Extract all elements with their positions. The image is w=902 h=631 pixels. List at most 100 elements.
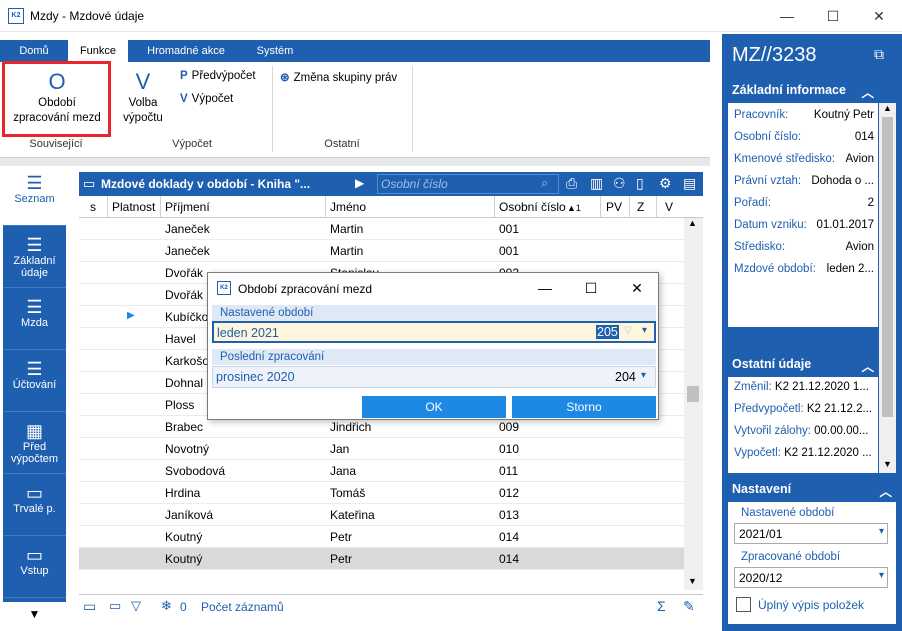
filter-icon[interactable]: ▽ xyxy=(131,598,141,614)
columns-icon[interactable]: ▯ xyxy=(636,175,644,192)
collapse-icon[interactable]: ︿ xyxy=(879,481,892,500)
dropdown-icon[interactable]: ▽ xyxy=(624,325,632,336)
col-jmeno[interactable]: Jméno xyxy=(330,200,366,214)
nav-scroll-down-icon[interactable]: ▼ xyxy=(3,602,66,626)
ok-button[interactable]: OK xyxy=(362,396,506,418)
dropdown-icon[interactable]: ▾ xyxy=(879,570,884,581)
table-cell: Petr xyxy=(330,530,353,544)
zpracovane-obdobi-field[interactable]: 2020/12 ▾ xyxy=(734,567,888,588)
search-input[interactable]: Osobní číslo xyxy=(377,174,559,194)
list-icon: ☰ xyxy=(26,359,43,379)
tab-hromadne-akce[interactable]: Hromadné akce xyxy=(134,40,238,62)
sum-icon[interactable]: Σ xyxy=(657,598,666,614)
dropdown-icon[interactable]: ▾ xyxy=(879,526,884,537)
tab-domu[interactable]: Domů xyxy=(4,40,64,62)
window-title: Mzdy - Mzdové údaje xyxy=(30,9,145,23)
scroll-thumb[interactable] xyxy=(882,117,893,417)
info-vytvoril-zalohy: Vytvořil zálohy: 00.00.00... xyxy=(734,425,869,437)
snowflake-icon[interactable]: ❄ xyxy=(161,598,172,614)
col-pv[interactable]: PV xyxy=(606,200,622,214)
nav-uctovani[interactable]: ☰ Účtování xyxy=(3,352,66,412)
calc-icon: V xyxy=(180,93,188,105)
table-row[interactable]: Koutný Petr 014 xyxy=(79,548,684,570)
section-nastaveni[interactable]: Nastavení ︿ xyxy=(728,476,896,502)
table-row[interactable]: Koutný Petr 014 xyxy=(79,526,684,548)
scroll-up-icon[interactable]: ▲ xyxy=(688,218,697,228)
col-s[interactable]: s xyxy=(90,200,96,214)
col-z[interactable]: Z xyxy=(637,200,644,214)
nav-vstup[interactable]: ▭ Vstup xyxy=(3,538,66,598)
collapse-icon[interactable]: ︿ xyxy=(861,82,874,101)
table-cell: 009 xyxy=(499,420,520,434)
volba-vypoctu-button[interactable]: V Volba výpočtu xyxy=(116,70,170,126)
table-row[interactable]: Hrdina Tomáš 012 xyxy=(79,482,684,504)
nav-seznam[interactable]: ☰ Seznam xyxy=(3,166,66,226)
table-row[interactable]: Janeček Martin 001 xyxy=(79,218,684,240)
grid-title: Mzdové doklady v období - Kniha "... xyxy=(101,177,311,191)
play-icon[interactable]: ▶ xyxy=(355,176,364,190)
section-ostatni-udaje[interactable]: Ostatní údaje ︿ xyxy=(728,351,878,377)
filter-group-icon[interactable]: ⚇ xyxy=(613,175,626,192)
vypocet-button[interactable]: V Výpočet xyxy=(180,93,233,105)
nav-zakladni-udaje[interactable]: ☰ Základní údaje xyxy=(3,228,66,288)
chart-icon[interactable]: ▥ xyxy=(590,175,603,192)
dialog-maximize-button[interactable]: ☐ xyxy=(568,273,614,303)
scroll-down-icon[interactable]: ▼ xyxy=(883,459,892,469)
search-icon[interactable]: ⌕ xyxy=(541,175,548,191)
export-icon[interactable]: ▤ xyxy=(683,175,696,192)
dialog-close-button[interactable]: ✕ xyxy=(614,273,660,303)
table-row[interactable]: Novotný Jan 010 xyxy=(79,438,684,460)
section-zakladni-informace[interactable]: Základní informace ︿ xyxy=(728,77,878,103)
scroll-up-icon[interactable]: ▲ xyxy=(883,103,892,113)
col-osobni-cislo[interactable]: Osobní číslo xyxy=(499,200,566,214)
col-prijmeni[interactable]: Příjmení xyxy=(165,200,210,214)
picker-icon[interactable]: ▾ xyxy=(641,370,646,381)
ribbon-tabs: Domů Funkce Hromadné akce Systém xyxy=(0,40,710,62)
print-icon[interactable]: ⎙ xyxy=(566,175,577,192)
nav-pred-vypoctem[interactable]: ▦ Před výpočtem xyxy=(3,414,66,474)
table-row[interactable]: Janíková Kateřina 013 xyxy=(79,504,684,526)
collapse-icon[interactable]: ︿ xyxy=(861,356,874,375)
info-osobni-cislo: Osobní číslo: 014 xyxy=(734,131,874,143)
info-mzdove-obdobi: Mzdové období: leden 2... xyxy=(734,263,874,275)
predvypocet-button[interactable]: P Předvýpočet xyxy=(180,70,256,82)
info-datum-vzniku: Datum vzniku: 01.01.2017 xyxy=(734,219,874,231)
settings-icon[interactable]: ⚙ xyxy=(659,175,672,192)
table-row[interactable]: Janeček Martin 001 xyxy=(79,240,684,262)
scroll-thumb[interactable] xyxy=(687,386,699,402)
right-scrollbar[interactable]: ▲ ▼ xyxy=(879,103,896,473)
zmena-skupiny-prav-button[interactable]: ⊛ Změna skupiny práv xyxy=(280,70,397,84)
box-icon[interactable]: ▭ xyxy=(109,598,121,614)
uplny-vypis-checkbox[interactable] xyxy=(736,597,751,612)
table-cell: Jana xyxy=(330,464,357,478)
nav-trvale-p[interactable]: ▭ Trvalé p. xyxy=(3,476,66,536)
table-cell: 014 xyxy=(499,530,520,544)
dialog-minimize-button[interactable]: — xyxy=(522,273,568,303)
table-cell: Dohnal xyxy=(165,376,204,390)
list-icon: ☰ xyxy=(26,235,43,255)
box-icon: ▭ xyxy=(25,545,43,565)
picker-icon[interactable]: ▾ xyxy=(642,325,647,336)
col-platnost[interactable]: Platnost xyxy=(112,200,155,214)
tab-funkce[interactable]: Funkce xyxy=(68,40,128,62)
nastavene-obdobi-field[interactable]: 2021/01 ▾ xyxy=(734,523,888,544)
box-icon: ▭ xyxy=(25,483,43,503)
nav-mzda[interactable]: ☰ Mzda xyxy=(3,290,66,350)
external-link-icon[interactable]: ⧉ xyxy=(874,46,884,63)
book-icon[interactable]: ▭ xyxy=(83,598,96,615)
table-cell: Svobodová xyxy=(165,464,226,478)
maximize-button[interactable]: ☐ xyxy=(810,0,856,32)
tab-system[interactable]: Systém xyxy=(242,40,308,62)
table-row[interactable]: Svobodová Jana 011 xyxy=(79,460,684,482)
nastavene-obdobi-input[interactable]: leden 2021 205 ▽ ▾ xyxy=(212,321,656,343)
col-separator xyxy=(600,196,601,218)
close-button[interactable]: ✕ xyxy=(856,0,902,32)
minimize-button[interactable]: — xyxy=(764,0,810,32)
table-cell: Martin xyxy=(330,222,364,236)
grid-scrollbar[interactable]: ▲ ▼ xyxy=(684,218,703,590)
scroll-down-icon[interactable]: ▼ xyxy=(688,576,697,586)
edit-icon[interactable]: ✎ xyxy=(683,598,695,615)
table-cell: Martin xyxy=(330,244,364,258)
col-v[interactable]: V xyxy=(665,200,673,214)
storno-button[interactable]: Storno xyxy=(512,396,656,418)
